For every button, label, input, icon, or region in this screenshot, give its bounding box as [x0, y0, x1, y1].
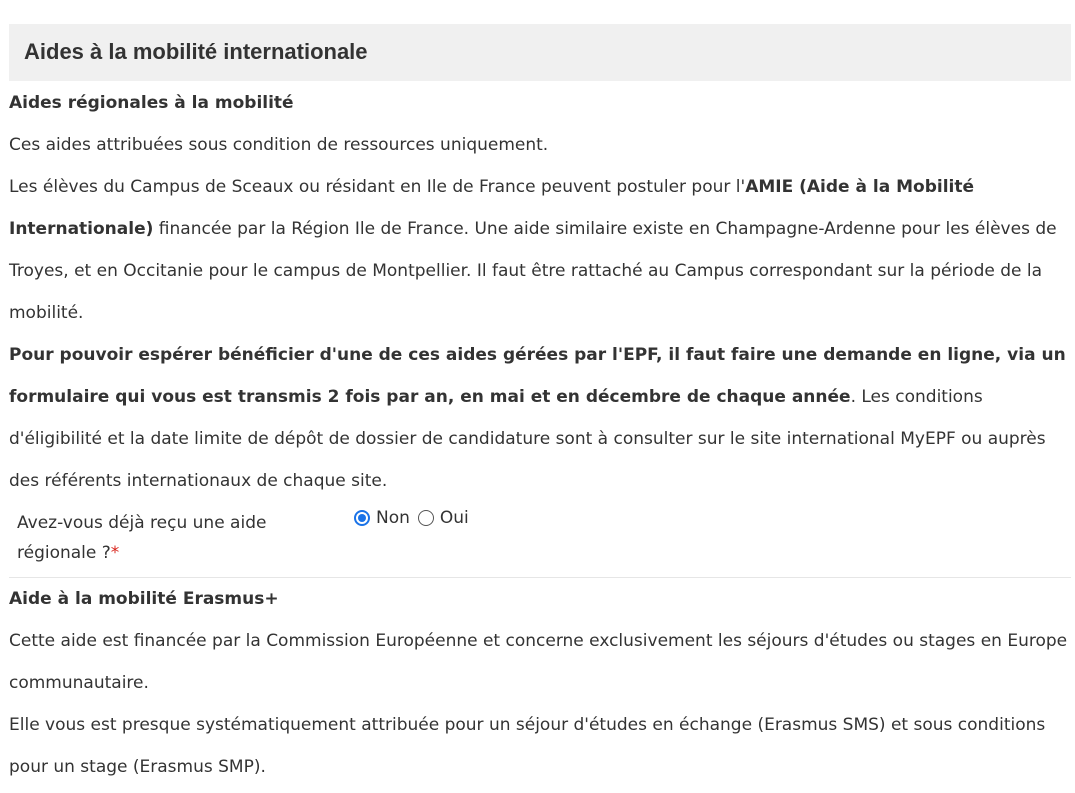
erasmus-aid-subtitle: Aide à la mobilité Erasmus+: [9, 589, 279, 609]
regional-aid-amie-paragraph: Les élèves du Campus de Sceaux ou résida…: [9, 166, 1071, 334]
page-title: Aides à la mobilité internationale: [24, 39, 368, 64]
amie-text-part2: financée par la Région Ile de France. Un…: [9, 219, 1057, 323]
radio-button-non[interactable]: [354, 510, 370, 526]
amie-text-part1: Les élèves du Campus de Sceaux ou résida…: [9, 177, 746, 197]
erasmus-aid-conditions: Elle vous est presque systématiquement a…: [9, 715, 1046, 777]
required-marker: *: [110, 543, 120, 563]
main-content: Aides régionales à la mobilité Ces aides…: [9, 82, 1071, 788]
regional-aid-radio-group: Non Oui: [354, 506, 477, 530]
regional-aid-subtitle: Aides régionales à la mobilité: [9, 93, 294, 113]
radio-label-oui[interactable]: Oui: [440, 506, 469, 530]
radio-option-non[interactable]: Non: [354, 506, 410, 530]
regional-aid-question-row: Avez-vous déjà reçu une aide régionale ?…: [9, 502, 1071, 578]
erasmus-aid-intro: Cette aide est financée par la Commissio…: [9, 631, 1068, 693]
radio-option-oui[interactable]: Oui: [417, 506, 469, 530]
radio-label-non[interactable]: Non: [376, 506, 410, 530]
question-text: Avez-vous déjà reçu une aide régionale ?: [17, 513, 267, 563]
section-header: Aides à la mobilité internationale: [9, 24, 1071, 81]
regional-aid-intro: Ces aides attribuées sous condition de r…: [9, 135, 549, 155]
regional-aid-question-label: Avez-vous déjà reçu une aide régionale ?…: [17, 508, 317, 568]
radio-button-oui[interactable]: [417, 510, 434, 526]
regional-aid-application-paragraph: Pour pouvoir espérer bénéficier d'une de…: [9, 334, 1071, 502]
